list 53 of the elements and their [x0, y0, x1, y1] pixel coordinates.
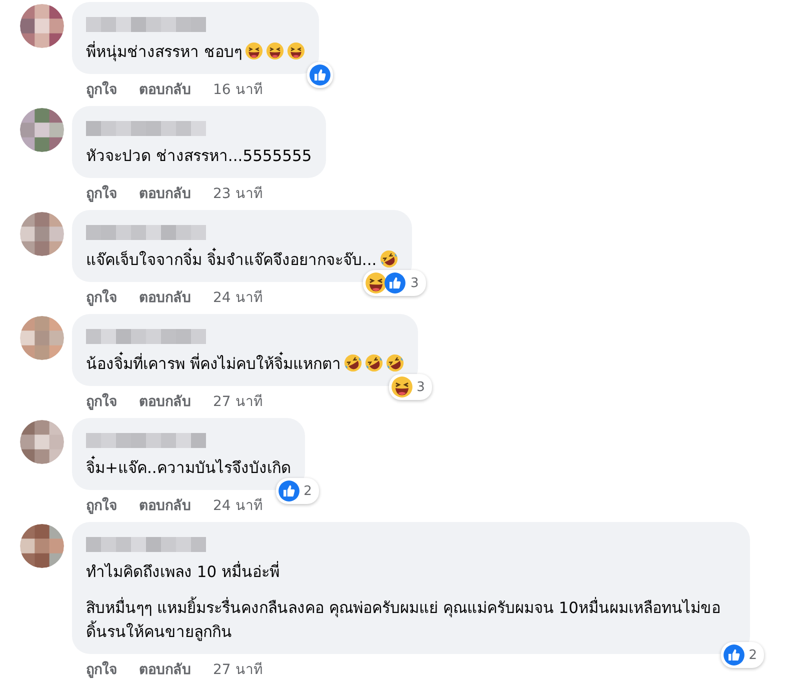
reply-link[interactable]: ตอบกลับ	[139, 392, 191, 412]
reaction-badge[interactable]	[306, 62, 333, 88]
comment-text: แจ๊คเจ็บใจจากจิ๋ม จิ๋มจำแจ๊คจึงอยากจะจ๊บ...	[86, 248, 398, 272]
reply-link[interactable]: ตอบกลับ	[139, 80, 191, 100]
comment-text: จิ๋ม+แจ๊ค..ความบันไรจึงบังเกิด	[86, 456, 291, 480]
rolling-laugh-emoji-icon	[380, 250, 398, 268]
comment-time[interactable]: 27 นาที	[213, 660, 262, 680]
comment-time[interactable]: 24 นาที	[213, 496, 262, 516]
reaction-count: 2	[748, 648, 758, 662]
comment-text: หัวจะปวด ช่างสรรหา...5555555	[86, 146, 312, 167]
reaction-count: 2	[302, 484, 313, 498]
like-link[interactable]: ถูกใจ	[86, 392, 117, 412]
comment-text: น้องจิ๋มที่เคารพ พี่คงไม่คบให้จิ๋มแหกตา	[86, 352, 404, 376]
reaction-badge[interactable]: 3	[363, 270, 426, 296]
laughing-emoji-icon	[286, 42, 305, 60]
reply-link[interactable]: ตอบกลับ	[139, 496, 191, 516]
comment-time[interactable]: 24 นาที	[213, 288, 262, 308]
avatar[interactable]	[20, 316, 64, 360]
like-link[interactable]: ถูกใจ	[86, 80, 117, 100]
laughing-emoji-icon	[266, 42, 284, 60]
thumbs-up-icon	[308, 64, 331, 86]
avatar[interactable]	[20, 108, 64, 152]
like-link[interactable]: ถูกใจ	[86, 184, 117, 204]
reaction-count: 3	[416, 380, 426, 394]
comment-text: สิบหมื่นๆๆ แหมยิ้มระรื่นคงกลืนลงคอ คุณพ่อครับผมแย่ คุณแม่ครับผมจน 10หมื่นผมเหลือทนไม่ขอดิ้นรนให้คนขายลูกกิน	[86, 596, 736, 644]
reply-link[interactable]: ตอบกลับ	[139, 288, 191, 308]
reaction-badge[interactable]: 3	[388, 374, 432, 400]
avatar[interactable]	[20, 4, 64, 48]
comment-text: พี่หนุ่มช่างสรรหา ชอบๆ	[86, 40, 305, 64]
laughing-emoji-icon	[365, 272, 388, 294]
comment-time[interactable]: 23 นาที	[213, 184, 262, 204]
reply-link[interactable]: ตอบกลับ	[139, 184, 191, 204]
rolling-laugh-emoji-icon	[364, 354, 383, 372]
avatar[interactable]	[20, 212, 64, 256]
laughing-emoji-icon	[390, 376, 413, 398]
reaction-count: 3	[409, 276, 420, 290]
comment-time[interactable]: 27 นาที	[213, 392, 262, 412]
comment-time[interactable]: 16 นาที	[213, 80, 262, 100]
reaction-badge[interactable]: 2	[276, 478, 319, 504]
thumbs-up-icon	[278, 480, 300, 502]
avatar[interactable]	[20, 524, 64, 568]
like-link[interactable]: ถูกใจ	[86, 288, 117, 308]
laughing-emoji-icon	[244, 42, 263, 60]
rolling-laugh-emoji-icon	[386, 354, 404, 372]
reply-link[interactable]: ตอบกลับ	[139, 660, 191, 680]
reaction-badge[interactable]: 2	[720, 642, 764, 668]
avatar[interactable]	[20, 420, 64, 464]
thumbs-up-icon	[722, 644, 745, 666]
like-link[interactable]: ถูกใจ	[86, 660, 117, 680]
like-link[interactable]: ถูกใจ	[86, 496, 117, 516]
comment-text: ทำไมคิดถึงเพลง 10 หมื่นอ่ะพี่	[86, 560, 281, 583]
rolling-laugh-emoji-icon	[344, 354, 362, 372]
thumbs-up-icon	[384, 272, 406, 294]
